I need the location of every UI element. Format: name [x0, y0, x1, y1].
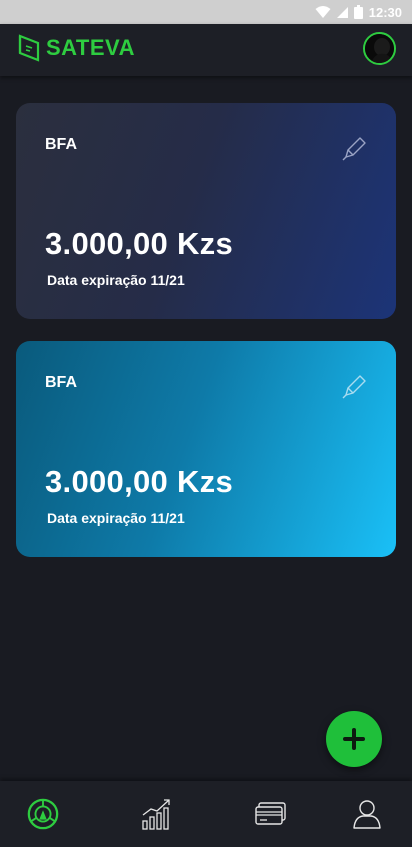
bank-card[interactable]: BFA 3.000,00 Kzs Data expiração 11/21 [16, 341, 396, 557]
card-bank-name: BFA [45, 374, 77, 391]
card-bank-name: BFA [45, 136, 77, 153]
app-logo[interactable]: SATEVA [18, 34, 135, 62]
home-logo-icon [27, 798, 59, 830]
profile-icon [353, 800, 381, 829]
battery-icon [353, 5, 363, 19]
logo-text: SATEVA [46, 35, 135, 60]
nav-cards[interactable] [254, 797, 288, 831]
nav-statistics[interactable] [140, 797, 174, 831]
status-bar: 12:30 [0, 0, 412, 24]
avatar-silhouette-icon [365, 34, 394, 63]
sateva-logo-icon [18, 34, 40, 62]
bank-card[interactable]: BFA 3.000,00 Kzs Data expiração 11/21 [16, 103, 396, 319]
signal-icon [336, 6, 348, 18]
card-edit-button[interactable] [342, 373, 368, 399]
bottom-navigation [0, 781, 412, 847]
plus-icon [343, 728, 365, 750]
app-bar: SATEVA [0, 24, 412, 76]
status-time: 12:30 [368, 4, 402, 20]
wifi-icon [315, 6, 331, 18]
nav-profile[interactable] [350, 797, 384, 831]
card-balance: 3.000,00 Kzs [45, 226, 234, 261]
card-expiry: Data expiração 11/21 [47, 510, 185, 526]
chart-icon [142, 799, 170, 830]
nav-home[interactable] [26, 797, 60, 831]
pencil-icon [342, 137, 366, 161]
card-icon [255, 802, 286, 825]
status-icons [315, 5, 363, 19]
card-expiry: Data expiração 11/21 [47, 272, 185, 288]
card-balance: 3.000,00 Kzs [45, 464, 234, 499]
card-edit-button[interactable] [342, 135, 368, 161]
user-avatar[interactable] [363, 32, 396, 65]
pencil-icon [342, 375, 366, 399]
add-card-button[interactable] [326, 711, 382, 767]
